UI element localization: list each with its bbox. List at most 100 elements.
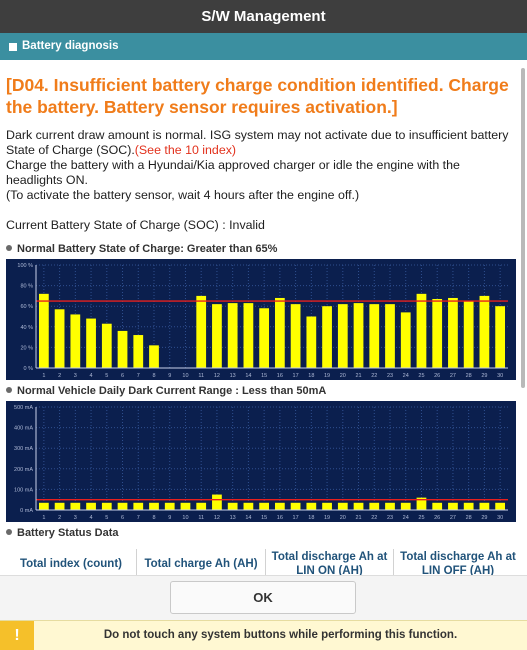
bar (227, 303, 238, 368)
bar (322, 502, 332, 510)
warning-text: Do not touch any system buttons while pe… (103, 629, 458, 641)
dark-current-chart-heading: Normal Vehicle Daily Dark Current Range … (6, 385, 326, 397)
bar (495, 502, 506, 510)
x-tick-label: 12 (214, 373, 220, 379)
x-tick-label: 10 (182, 515, 188, 521)
x-tick-label: 14 (245, 373, 251, 379)
bar (54, 309, 65, 368)
bar (400, 502, 411, 510)
dark-current-chart-title: Normal Vehicle Daily Dark Current Range … (17, 385, 327, 397)
bar (133, 335, 144, 368)
y-tick-label: 500 mA (14, 405, 33, 411)
x-tick-label: 21 (355, 373, 361, 379)
soc-chart-svg: 0 %20 %40 %60 %80 %100 %1 2 3 4 5 6 7 8 9 10 11 12 1… (6, 259, 516, 380)
soc-status: Current Battery State of Charge (SOC) : … (6, 218, 265, 232)
bar (212, 494, 222, 510)
x-tick-label: 18 (308, 515, 314, 521)
x-tick-label: 16 (277, 373, 283, 379)
dark-current-chart-svg: 0 mA100 mA200 mA300 mA400 mA500 mA1 2 3 4 5 6… (6, 401, 516, 522)
diagnosis-message-3: (To activate the battery sensor, wait 4 … (6, 188, 360, 202)
x-tick-label: 3 (74, 373, 77, 379)
y-tick-label: 20 % (20, 345, 33, 351)
index-reference-link[interactable]: (See the 10 index) (135, 143, 236, 157)
y-tick-label: 0 % (24, 366, 34, 372)
x-tick-label: 17 (293, 515, 299, 521)
x-tick-label: 22 (371, 515, 377, 521)
bar (38, 502, 49, 510)
title-bar: S/W Management (0, 0, 527, 33)
content-scroll-area[interactable]: [D04. Insufficient battery charge condit… (0, 60, 527, 575)
bar (133, 502, 144, 510)
x-tick-label: 11 (198, 373, 204, 379)
x-tick-label: 13 (230, 373, 236, 379)
bar (54, 502, 65, 510)
status-table-title: Battery Status Data (17, 527, 119, 539)
bar (164, 502, 175, 510)
x-tick-label: 29 (481, 515, 487, 521)
bar (479, 295, 490, 368)
bar (70, 314, 81, 368)
bar (400, 312, 411, 368)
x-tick-label: 7 (137, 515, 140, 521)
x-tick-label: 11 (198, 515, 204, 521)
bar (70, 502, 81, 510)
diagnosis-message-1: Dark current draw amount is normal. ISG … (6, 128, 518, 158)
column-header: Total discharge Ah at LIN OFF (AH) (400, 550, 516, 576)
x-tick-label: 17 (293, 373, 299, 379)
x-tick-label: 1 (42, 373, 45, 379)
x-tick-label: 5 (105, 515, 108, 521)
bar (259, 308, 270, 368)
warning-icon: ! (0, 621, 34, 650)
bar (38, 293, 49, 368)
bar (259, 502, 270, 510)
x-tick-label: 8 (152, 373, 155, 379)
x-tick-label: 23 (387, 515, 393, 521)
bar (353, 502, 364, 510)
bar (432, 298, 443, 368)
soc-chart-title: Normal Battery State of Charge: Greater … (17, 243, 278, 255)
scrollbar-thumb[interactable] (521, 68, 525, 388)
x-tick-label: 30 (497, 373, 503, 379)
dark-current-chart: 0 mA 100 mA 200 mA 300 mA 400 mA 500 mA 1 2 3 4 5 6… (6, 401, 516, 522)
bar (448, 502, 458, 510)
warning-bar: ! Do not touch any system buttons while … (0, 620, 527, 650)
x-tick-label: 9 (168, 373, 171, 379)
bar (274, 502, 285, 510)
x-tick-label: 6 (121, 373, 124, 379)
bar (463, 502, 474, 510)
bar (337, 304, 348, 368)
button-bar: OK (0, 575, 527, 620)
bar (353, 303, 364, 368)
bar (117, 330, 128, 368)
x-tick-label: 2 (58, 515, 61, 521)
bar (448, 297, 458, 368)
x-tick-label: 19 (324, 373, 330, 379)
bar (322, 306, 332, 368)
x-tick-label: 20 (340, 373, 346, 379)
column-header: Total discharge Ah at LIN ON (AH) (271, 550, 388, 576)
ok-button[interactable]: OK (170, 581, 356, 614)
bar (196, 502, 207, 510)
x-tick-label: 28 (466, 515, 472, 521)
bar (101, 502, 112, 510)
bar (290, 502, 301, 510)
x-tick-label: 23 (387, 373, 393, 379)
bar (463, 301, 474, 368)
x-tick-label: 21 (355, 515, 361, 521)
x-tick-label: 1 (42, 515, 45, 521)
x-tick-label: 18 (308, 373, 314, 379)
x-tick-label: 27 (450, 515, 456, 521)
y-tick-label: 0 mA (20, 508, 33, 514)
y-tick-label: 300 mA (14, 446, 33, 452)
bar (212, 304, 222, 368)
x-tick-label: 25 (418, 373, 424, 379)
x-tick-label: 14 (245, 515, 251, 521)
x-tick-label: 27 (450, 373, 456, 379)
x-tick-label: 16 (277, 515, 283, 521)
diagnosis-title: [D04. Insufficient battery charge condit… (6, 75, 509, 117)
status-table-heading: Battery Status Data (6, 527, 118, 539)
x-tick-label: 4 (90, 373, 93, 379)
bar (274, 297, 285, 368)
x-tick-label: 5 (105, 373, 108, 379)
bar (290, 304, 301, 368)
